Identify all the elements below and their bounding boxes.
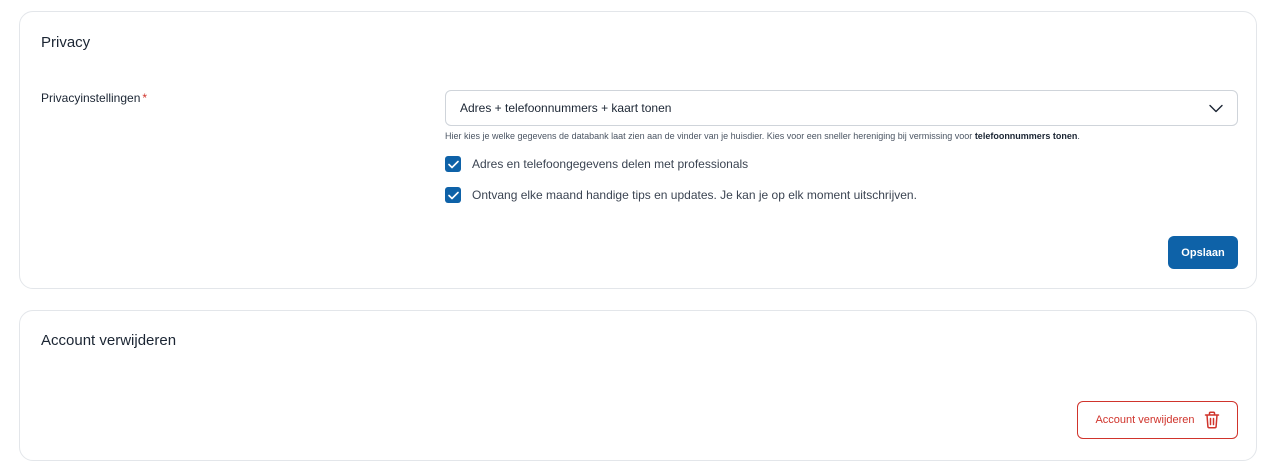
privacy-title: Privacy — [41, 34, 91, 51]
save-button[interactable]: Opslaan — [1168, 236, 1238, 269]
trash-icon — [1204, 411, 1220, 429]
check-icon — [447, 160, 459, 168]
monthly-tips-checkbox[interactable] — [445, 187, 461, 203]
privacy-card: Privacy Privacyinstellingen * Adres + tel… — [19, 11, 1257, 289]
share-with-professionals-checkbox[interactable] — [445, 156, 461, 172]
help-text-end: . — [1077, 131, 1080, 141]
check-icon — [447, 191, 459, 199]
monthly-tips-label: Ontvang elke maand handige tips en updat… — [472, 188, 917, 202]
share-with-professionals-option[interactable]: Adres en telefoongegevens delen met prof… — [445, 156, 748, 172]
privacy-settings-label-text: Privacyinstellingen — [41, 91, 141, 105]
help-text-main: Hier kies je welke gegevens de databank … — [445, 131, 975, 141]
help-text-bold: telefoonnummers tonen — [974, 131, 1078, 141]
monthly-tips-option[interactable]: Ontvang elke maand handige tips en updat… — [445, 187, 917, 203]
required-marker: * — [142, 91, 148, 105]
delete-account-button-label: Account verwijderen — [1095, 414, 1195, 426]
delete-account-card: Account verwijderen Account verwijderen — [19, 310, 1257, 461]
privacy-settings-select-value: Adres + telefoonnummers + kaart tonen — [460, 101, 672, 115]
privacy-settings-select[interactable]: Adres + telefoonnummers + kaart tonen — [445, 90, 1238, 126]
privacy-help-text: Hier kies je welke gegevens de databank … — [445, 131, 1080, 141]
share-with-professionals-label: Adres en telefoongegevens delen met prof… — [472, 157, 749, 171]
chevron-down-icon — [1209, 101, 1223, 115]
privacy-settings-label: Privacyinstellingen * — [41, 91, 147, 105]
delete-account-title: Account verwijderen — [41, 332, 177, 349]
delete-account-button[interactable]: Account verwijderen — [1077, 401, 1238, 439]
